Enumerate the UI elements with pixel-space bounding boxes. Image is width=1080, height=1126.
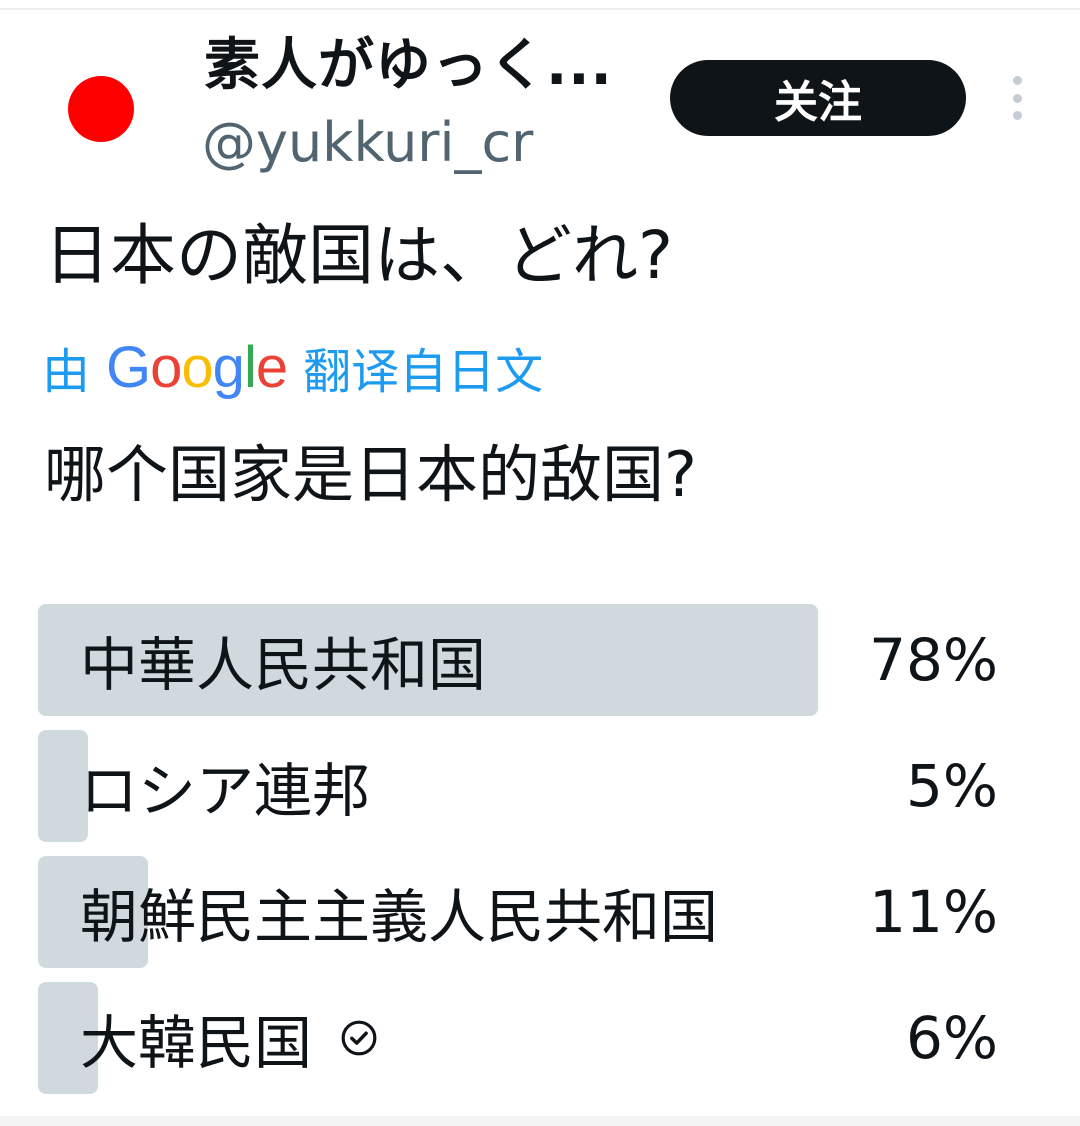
poll-option: ロシア連邦 5% <box>38 730 998 842</box>
poll-option-percent: 6% <box>905 1004 998 1072</box>
avatar[interactable] <box>68 76 134 142</box>
poll-option: 大韓民国 6% <box>38 982 998 1094</box>
top-divider <box>0 8 1080 10</box>
poll-option-percent: 11% <box>869 878 998 946</box>
tweet-text: 日本の敵国は、どれ? <box>44 217 674 294</box>
account-handle[interactable]: @yukkuri_cr <box>202 111 533 174</box>
translation-prefix: 由 <box>42 344 91 400</box>
more-vertical-icon <box>1012 76 1022 85</box>
translation-attribution[interactable]: 由 Google 翻译自日文 <box>42 332 543 402</box>
translated-text: 哪个国家是日本的敌国? <box>44 438 697 511</box>
poll-option: 中華人民共和国 78% <box>38 604 998 716</box>
poll-option-label: 朝鮮民主主義人民共和国 <box>80 883 719 951</box>
poll-option-percent: 78% <box>869 626 998 694</box>
poll-option-label: ロシア連邦 <box>80 757 371 825</box>
follow-button[interactable]: 关注 <box>670 60 966 136</box>
translation-suffix: 翻译自日文 <box>303 344 544 400</box>
bottom-divider <box>0 1116 1080 1126</box>
poll-option-label: 大韓民国 <box>80 982 378 1094</box>
google-logo: Google <box>106 334 288 400</box>
poll-option-label: 中華人民共和国 <box>80 631 487 699</box>
poll-option: 朝鮮民主主義人民共和国 11% <box>38 856 998 968</box>
display-name[interactable]: 素人がゆっく... <box>204 33 613 98</box>
poll-option-percent: 5% <box>905 752 998 820</box>
check-circle-icon <box>340 1019 378 1057</box>
more-options-button[interactable] <box>1006 76 1028 120</box>
